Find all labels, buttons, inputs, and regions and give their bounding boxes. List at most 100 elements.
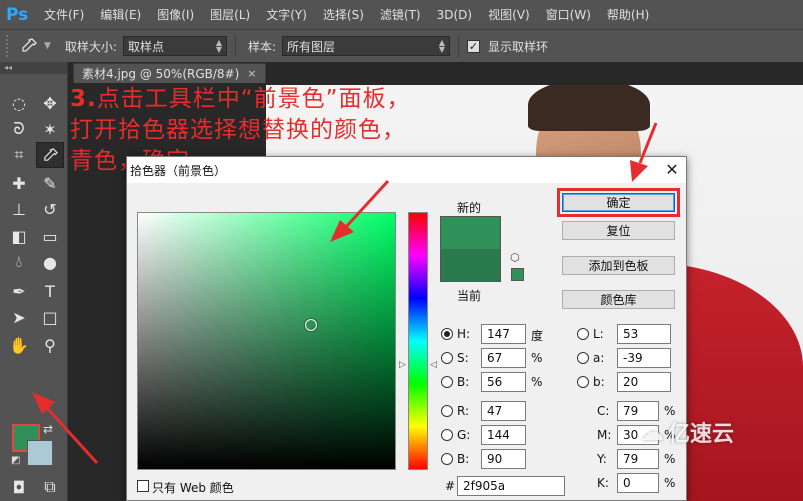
lab-l-field[interactable]: 53 xyxy=(617,324,671,344)
default-colors-icon[interactable]: ◩ xyxy=(11,455,20,466)
brush-tool-icon[interactable]: ✎ xyxy=(36,170,64,196)
sample-label: 样本: xyxy=(247,39,277,54)
clone-stamp-icon[interactable]: ⊥ xyxy=(5,196,33,222)
menu-view[interactable]: 视图(V) xyxy=(480,6,538,23)
photo-hair xyxy=(528,85,650,131)
background-color-swatch[interactable] xyxy=(27,440,53,466)
sample-size-select[interactable]: 取样点 ▲ ▼ xyxy=(122,36,227,56)
menu-window[interactable]: 窗口(W) xyxy=(538,6,599,23)
lab-a-field[interactable]: -39 xyxy=(617,348,671,368)
eyedropper-tool-icon[interactable] xyxy=(36,142,64,168)
options-divider xyxy=(234,35,236,57)
sample-layers-value: 所有图层 xyxy=(287,39,336,54)
eyedropper-icon[interactable] xyxy=(14,34,44,58)
quick-mask-icon[interactable]: ◘ xyxy=(5,474,33,500)
zoom-tool-icon[interactable]: ⚲ xyxy=(36,332,64,358)
blue-label: B: xyxy=(457,452,470,466)
menu-file[interactable]: 文件(F) xyxy=(36,6,92,23)
options-grip[interactable] xyxy=(6,35,14,57)
dialog-title-bar: 拾色器（前景色） ✕ xyxy=(127,157,686,183)
magic-wand-icon[interactable]: ✶ xyxy=(36,116,64,142)
web-safe-color-swatch[interactable] xyxy=(511,268,524,281)
sample-layers-select[interactable]: 所有图层 ▲ ▼ xyxy=(282,36,451,56)
close-tab-icon[interactable]: × xyxy=(247,67,256,80)
show-sampling-ring-checkbox[interactable]: ✓ xyxy=(467,39,481,53)
magenta-label: M: xyxy=(597,428,612,442)
green-field[interactable]: 144 xyxy=(481,425,526,445)
menu-type[interactable]: 文字(Y) xyxy=(258,6,315,23)
green-label: G: xyxy=(457,428,471,442)
hue-slider[interactable] xyxy=(408,212,428,470)
red-field[interactable]: 47 xyxy=(481,401,526,421)
close-icon[interactable]: ✕ xyxy=(662,160,682,180)
menu-help[interactable]: 帮助(H) xyxy=(599,6,657,23)
web-colors-only-label: 只有 Web 颜色 xyxy=(152,481,234,495)
reset-button[interactable]: 复位 xyxy=(562,221,675,240)
screen-mode-icon[interactable]: ⧉ xyxy=(36,474,64,500)
gradient-tool-icon[interactable]: ▭ xyxy=(36,223,64,249)
red-label: R: xyxy=(457,404,470,418)
brightness-radio[interactable] xyxy=(441,376,453,388)
lab-a-radio[interactable] xyxy=(577,352,589,364)
elliptical-marquee-icon[interactable]: ◌ xyxy=(5,90,33,116)
tools-collapse[interactable]: ◂◂ xyxy=(0,62,67,74)
blur-tool-icon[interactable]: 💧︎ xyxy=(5,249,33,275)
color-libraries-button[interactable]: 颜色库 xyxy=(562,290,675,309)
yellow-field[interactable]: 79 xyxy=(617,449,659,469)
pen-tool-icon[interactable]: ✒ xyxy=(5,278,33,304)
tool-preset-caret-icon[interactable]: ▼ xyxy=(44,41,51,51)
saturation-brightness-field[interactable] xyxy=(137,212,396,470)
menu-image[interactable]: 图像(I) xyxy=(149,6,202,23)
lab-b-field[interactable]: 20 xyxy=(617,372,671,392)
crop-tool-icon[interactable]: ⌗ xyxy=(5,142,33,168)
saturation-unit: % xyxy=(531,351,543,365)
hand-tool-icon[interactable]: ✋ xyxy=(5,332,33,358)
eraser-tool-icon[interactable]: ◧ xyxy=(5,223,33,249)
color-selection-marker[interactable] xyxy=(305,319,317,331)
hex-field[interactable]: 2f905a xyxy=(457,476,565,496)
brightness-field[interactable]: 56 xyxy=(481,372,526,392)
black-field[interactable]: 0 xyxy=(617,473,659,493)
dialog-title: 拾色器（前景色） xyxy=(130,163,227,178)
hue-field[interactable]: 147 xyxy=(481,324,526,344)
lab-b-radio[interactable] xyxy=(577,376,589,388)
new-color-label: 新的 xyxy=(457,201,482,215)
web-colors-only-checkbox[interactable] xyxy=(137,480,149,492)
type-tool-icon[interactable]: T xyxy=(36,278,64,304)
document-tab[interactable]: 素材4.jpg @ 50%(RGB/8#) × xyxy=(73,63,266,83)
blue-radio[interactable] xyxy=(441,453,453,465)
ok-button-highlight xyxy=(557,188,680,217)
path-selection-icon[interactable]: ➤ xyxy=(5,304,33,330)
lab-l-label: L: xyxy=(593,327,604,341)
saturation-radio[interactable] xyxy=(441,352,453,364)
current-color-swatch[interactable] xyxy=(440,249,501,282)
hue-slider-right-arrow-icon[interactable]: ◁ xyxy=(430,360,437,370)
dodge-tool-icon[interactable]: ● xyxy=(36,249,64,275)
move-tool-icon[interactable]: ✥ xyxy=(36,90,64,116)
document-tab-title: 素材4.jpg @ 50%(RGB/8#) xyxy=(82,67,240,81)
out-of-gamut-cube-icon[interactable]: ⬡ xyxy=(510,251,520,264)
lab-l-radio[interactable] xyxy=(577,328,589,340)
yellow-unit: % xyxy=(664,452,676,466)
swap-colors-icon[interactable]: ⇄ xyxy=(43,422,53,436)
rectangle-tool-icon[interactable]: □ xyxy=(36,304,64,330)
menu-layer[interactable]: 图层(L) xyxy=(202,6,258,23)
tools-panel: ◂◂ ◌ ✥ ᘐ ✶ ⌗ ✚ ✎ ⊥ ↺ ◧ ▭ 💧︎ ● ✒ T ➤ □ ✋ … xyxy=(0,62,68,501)
menu-filter[interactable]: 滤镜(T) xyxy=(372,6,429,23)
add-to-swatches-button[interactable]: 添加到色板 xyxy=(562,256,675,275)
menu-edit[interactable]: 编辑(E) xyxy=(92,6,149,23)
hue-label: H: xyxy=(457,327,471,341)
lasso-tool-icon[interactable]: ᘐ xyxy=(5,116,33,142)
green-radio[interactable] xyxy=(441,429,453,441)
red-radio[interactable] xyxy=(441,405,453,417)
photoshop-logo: Ps xyxy=(6,4,29,25)
hue-slider-left-arrow-icon[interactable]: ▷ xyxy=(399,360,406,370)
menu-3d[interactable]: 3D(D) xyxy=(429,8,480,22)
saturation-field[interactable]: 67 xyxy=(481,348,526,368)
history-brush-icon[interactable]: ↺ xyxy=(36,196,64,222)
hue-radio[interactable] xyxy=(441,328,453,340)
blue-field[interactable]: 90 xyxy=(481,449,526,469)
menu-select[interactable]: 选择(S) xyxy=(315,6,372,23)
lab-b-label: b: xyxy=(593,375,605,389)
healing-brush-icon[interactable]: ✚ xyxy=(5,170,33,196)
